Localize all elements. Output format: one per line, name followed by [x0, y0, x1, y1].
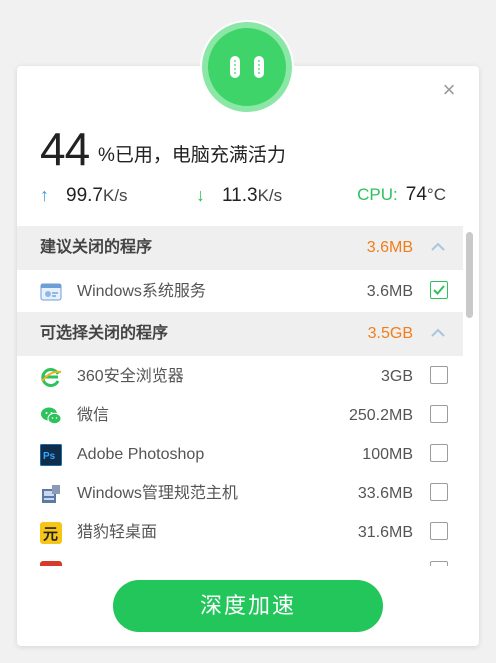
- list-item[interactable]: [17, 552, 463, 566]
- usage-label: %已用，电脑充满活力: [98, 145, 286, 166]
- program-size: 250.2MB: [348, 407, 413, 424]
- checkbox[interactable]: [430, 405, 448, 423]
- program-name: 360安全浏览器: [77, 368, 184, 385]
- list-item[interactable]: 微信 250.2MB: [17, 396, 463, 435]
- cpu-value: 74: [405, 184, 427, 205]
- section-size: 3.6MB: [366, 239, 413, 256]
- checkbox-checked[interactable]: [430, 281, 448, 299]
- arrow-down-icon: ↓: [196, 185, 205, 205]
- list-item[interactable]: Ps Adobe Photoshop 100MB: [17, 435, 463, 474]
- svg-text:元: 元: [43, 525, 58, 543]
- windows-service-icon: [40, 281, 62, 303]
- cpu-temp: CPU: 74°C: [357, 182, 446, 208]
- checkbox[interactable]: [430, 483, 448, 501]
- list-item[interactable]: 元 猎豹轻桌面 31.6MB: [17, 513, 463, 552]
- list-item[interactable]: 360安全浏览器 3GB: [17, 357, 463, 396]
- scrollbar-thumb[interactable]: [466, 232, 473, 318]
- 360-browser-icon: [40, 366, 62, 388]
- section-recommended[interactable]: 建议关闭的程序 3.6MB: [17, 226, 463, 270]
- section-optional[interactable]: 可选择关闭的程序 3.5GB: [17, 312, 463, 356]
- program-list[interactable]: 建议关闭的程序 3.6MB Windows系统服务 3.6MB 可选择关闭的程序…: [17, 226, 479, 566]
- program-size: 33.6MB: [357, 485, 413, 502]
- speed-stats: ↑ 99.7K/s ↓ 11.3K/s CPU: 74°C: [40, 182, 456, 208]
- section-title: 建议关闭的程序: [40, 239, 153, 256]
- upload-unit: K/s: [102, 186, 128, 205]
- cpu-unit: °C: [426, 185, 446, 204]
- download-unit: K/s: [257, 186, 283, 205]
- mascot-logo: [198, 18, 296, 116]
- speedup-panel: × 44 %已用，电脑充满活力 ↑ 99.7K/s ↓ 11.3K/s CPU: 74…: [17, 66, 479, 646]
- section-size: 3.5GB: [367, 325, 413, 342]
- program-size: 100MB: [362, 446, 413, 463]
- cheetah-desktop-icon: 元: [40, 522, 62, 544]
- app-icon: [40, 561, 62, 566]
- program-size: 3.6MB: [366, 283, 413, 300]
- program-size: 3GB: [380, 368, 413, 385]
- program-name: 猎豹轻桌面: [77, 524, 158, 541]
- chevron-up-icon[interactable]: [431, 326, 445, 340]
- photoshop-icon: Ps: [39, 443, 63, 467]
- checkbox[interactable]: [430, 522, 448, 540]
- program-name: Windows管理规范主机: [77, 485, 238, 502]
- svg-text:Ps: Ps: [43, 451, 56, 462]
- program-name: 微信: [77, 407, 110, 424]
- cpu-label: CPU:: [357, 185, 398, 204]
- program-size: 31.6MB: [357, 524, 413, 541]
- close-icon[interactable]: ×: [439, 79, 459, 101]
- section-title: 可选择关闭的程序: [40, 325, 169, 342]
- scrollbar[interactable]: [466, 232, 473, 566]
- deep-speedup-button[interactable]: 深度加速: [113, 580, 383, 632]
- chevron-up-icon[interactable]: [431, 240, 445, 254]
- download-value: 11.3: [222, 185, 258, 206]
- usage-percent: 44: [40, 123, 90, 175]
- arrow-up-icon: ↑: [40, 185, 49, 205]
- program-name: Windows系统服务: [77, 283, 206, 300]
- checkbox[interactable]: [430, 444, 448, 462]
- checkbox[interactable]: [430, 561, 448, 566]
- checkbox[interactable]: [430, 366, 448, 384]
- program-name: Adobe Photoshop: [77, 446, 205, 463]
- windows-management-icon: [40, 483, 62, 505]
- upload-value: 99.7: [66, 185, 103, 206]
- upload-speed: ↑ 99.7K/s: [40, 182, 128, 209]
- download-speed: ↓ 11.3K/s: [196, 182, 282, 209]
- list-item[interactable]: Windows系统服务 3.6MB: [17, 272, 463, 311]
- list-item[interactable]: Windows管理规范主机 33.6MB: [17, 474, 463, 513]
- wechat-icon: [40, 405, 62, 427]
